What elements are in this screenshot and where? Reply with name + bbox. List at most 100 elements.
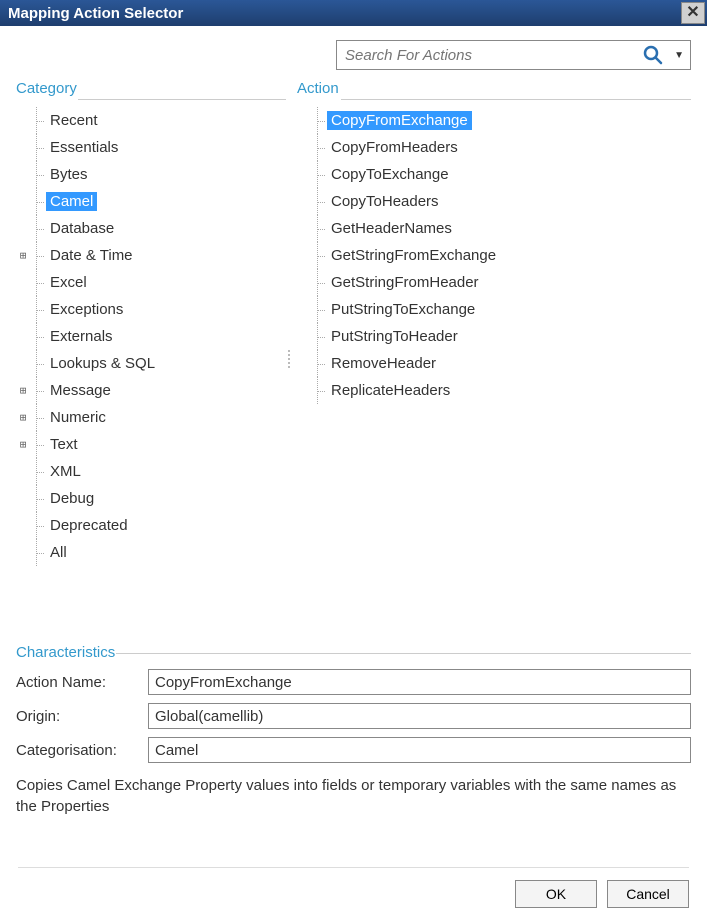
action-label: PutStringToExchange: [327, 300, 479, 319]
tree-connector: [30, 458, 46, 485]
search-row: ▼: [0, 26, 707, 80]
search-icon[interactable]: [638, 44, 668, 66]
tree-connector: [30, 323, 46, 350]
tree-connector: [311, 296, 327, 323]
category-item[interactable]: Excel: [16, 269, 286, 296]
action-item[interactable]: CopyFromExchange: [297, 107, 691, 134]
action-label: CopyToExchange: [327, 165, 453, 184]
tree-connector: [30, 215, 46, 242]
action-name-label: Action Name:: [16, 674, 148, 691]
category-item[interactable]: ⊞ Numeric: [16, 404, 286, 431]
tree-connector: [30, 188, 46, 215]
characteristics-section: Characteristics Action Name: Origin: Cat…: [16, 644, 691, 763]
category-item[interactable]: ⊞Date & Time: [16, 242, 286, 269]
categorisation-field: [148, 737, 691, 763]
dialog-buttons: OK Cancel: [18, 867, 689, 908]
category-item[interactable]: Lookups & SQL: [16, 350, 286, 377]
action-item[interactable]: PutStringToHeader: [297, 323, 691, 350]
category-label: All: [46, 543, 71, 562]
tree-connector: [311, 377, 327, 404]
action-item[interactable]: CopyToExchange: [297, 161, 691, 188]
category-item[interactable]: Debug: [16, 485, 286, 512]
category-item[interactable]: Essentials: [16, 134, 286, 161]
tree-connector: [30, 350, 46, 377]
tree-connector: [311, 215, 327, 242]
action-item[interactable]: GetStringFromHeader: [297, 269, 691, 296]
category-label: Camel: [46, 192, 97, 211]
cancel-button[interactable]: Cancel: [607, 880, 689, 908]
tree-connector: [311, 134, 327, 161]
search-dropdown-icon[interactable]: ▼: [668, 50, 690, 61]
characteristics-header: Characteristics: [16, 644, 691, 661]
category-item[interactable]: Deprecated: [16, 512, 286, 539]
category-label: Lookups & SQL: [46, 354, 159, 373]
tree-connector: [30, 269, 46, 296]
tree-connector: [30, 161, 46, 188]
tree-connector: [30, 296, 46, 323]
category-item[interactable]: Bytes: [16, 161, 286, 188]
action-label: CopyFromHeaders: [327, 138, 462, 157]
action-name-field: [148, 669, 691, 695]
category-label: Debug: [46, 489, 98, 508]
action-item[interactable]: GetHeaderNames: [297, 215, 691, 242]
action-item[interactable]: RemoveHeader: [297, 350, 691, 377]
expand-icon[interactable]: ⊞: [16, 411, 30, 424]
category-item[interactable]: Recent: [16, 107, 286, 134]
category-item[interactable]: XML: [16, 458, 286, 485]
action-item[interactable]: ReplicateHeaders: [297, 377, 691, 404]
category-label: Deprecated: [46, 516, 132, 535]
tree-connector: [30, 404, 46, 431]
tree-connector: [311, 107, 327, 134]
category-item[interactable]: ⊞ Text: [16, 431, 286, 458]
tree-connector: [30, 485, 46, 512]
tree-connector: [311, 350, 327, 377]
category-item[interactable]: ⊞ Message: [16, 377, 286, 404]
category-item[interactable]: All: [16, 539, 286, 566]
category-panel: Category Recent Essentials Bytes Camel Datab…: [16, 80, 286, 638]
tree-connector: [30, 134, 46, 161]
tree-connector: [30, 539, 46, 566]
action-item[interactable]: CopyFromHeaders: [297, 134, 691, 161]
action-item[interactable]: CopyToHeaders: [297, 188, 691, 215]
action-label: PutStringToHeader: [327, 327, 462, 346]
ok-button[interactable]: OK: [515, 880, 597, 908]
main-panels: Category Recent Essentials Bytes Camel Datab…: [0, 80, 707, 638]
category-item[interactable]: Camel: [16, 188, 286, 215]
action-label: GetStringFromExchange: [327, 246, 500, 265]
expand-icon[interactable]: ⊞: [16, 384, 30, 397]
action-header: Action: [297, 80, 691, 99]
origin-row: Origin:: [16, 703, 691, 729]
action-tree[interactable]: CopyFromExchange CopyFromHeaders CopyToExc…: [297, 99, 691, 638]
origin-field: [148, 703, 691, 729]
description-text: Copies Camel Exchange Property values in…: [16, 775, 691, 817]
expand-icon[interactable]: ⊞: [16, 438, 30, 451]
action-label: CopyToHeaders: [327, 192, 443, 211]
category-header: Category: [16, 80, 286, 99]
category-item[interactable]: Database: [16, 215, 286, 242]
titlebar: Mapping Action Selector ✕: [0, 0, 707, 26]
splitter[interactable]: [286, 80, 291, 638]
tree-connector: [311, 188, 327, 215]
origin-label: Origin:: [16, 708, 148, 725]
action-item[interactable]: GetStringFromExchange: [297, 242, 691, 269]
category-label: Recent: [46, 111, 102, 130]
search-input[interactable]: [337, 43, 638, 68]
category-label: Numeric: [46, 408, 110, 427]
expand-icon[interactable]: ⊞: [16, 249, 30, 262]
action-item[interactable]: PutStringToExchange: [297, 296, 691, 323]
category-item[interactable]: Externals: [16, 323, 286, 350]
window-title: Mapping Action Selector: [8, 5, 183, 22]
category-item[interactable]: Exceptions: [16, 296, 286, 323]
tree-connector: [30, 377, 46, 404]
category-label: Essentials: [46, 138, 122, 157]
close-button[interactable]: ✕: [681, 2, 705, 24]
category-label: Message: [46, 381, 115, 400]
close-icon: ✕: [686, 5, 699, 21]
tree-connector: [311, 269, 327, 296]
categorisation-label: Categorisation:: [16, 742, 148, 759]
category-label: Text: [46, 435, 82, 454]
category-label: Externals: [46, 327, 117, 346]
category-tree[interactable]: Recent Essentials Bytes Camel Database ⊞Date …: [16, 99, 286, 638]
search-box[interactable]: ▼: [336, 40, 691, 70]
category-label: Database: [46, 219, 118, 238]
